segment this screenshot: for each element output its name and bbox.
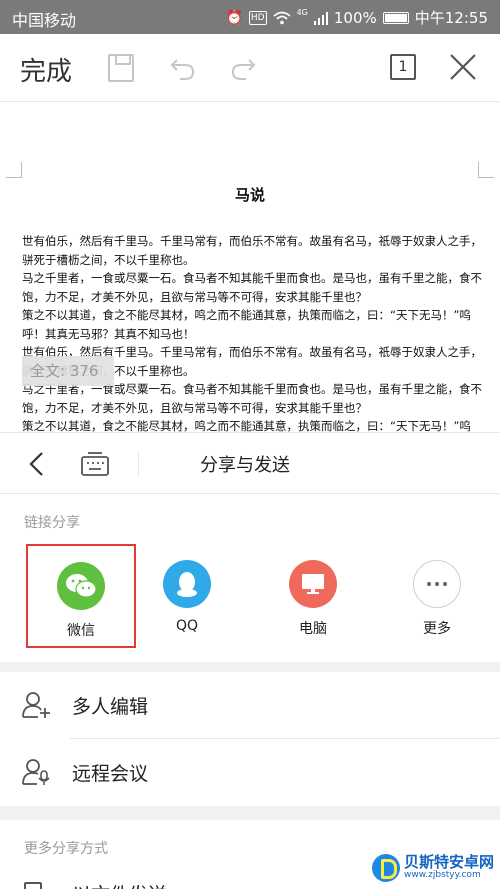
site-watermark: 贝斯特安卓网 www.zjbstyy.com [371, 850, 494, 886]
add-user-icon [22, 692, 50, 718]
close-icon[interactable] [448, 52, 478, 82]
wifi-icon [272, 11, 291, 24]
status-icons: ⏰ HD 4G 100% 中午12:55 [225, 7, 488, 28]
qq-icon [163, 560, 211, 608]
share-wechat-button[interactable]: 微信 [26, 544, 136, 648]
more-icon [413, 560, 461, 608]
share-sheet-title: 分享与发送 [200, 455, 290, 476]
word-count-badge: 全文: 376 [22, 356, 114, 386]
file-icon [24, 882, 42, 889]
section-gap [0, 806, 500, 820]
editor-toolbar: 完成 1 [0, 34, 500, 102]
share-qq-button[interactable]: QQ [132, 544, 242, 648]
network-type: 4G [296, 8, 308, 17]
paragraph: 策之不以其道，食之不能尽其材，鸣之而不能通其意，执策而临之，曰：“天下无马！”呜… [22, 419, 471, 432]
divider [138, 451, 139, 477]
back-icon[interactable] [26, 451, 48, 477]
battery-percent: 100% [333, 8, 377, 27]
more-share-label: 更多分享方式 [24, 841, 108, 857]
watermark-logo [371, 854, 400, 882]
pages-icon[interactable]: 1 [390, 54, 416, 80]
meeting-icon [22, 759, 50, 785]
action-label: 远程会议 [72, 763, 149, 785]
share-computer-button[interactable]: 电脑 [258, 544, 368, 648]
share-target-label: 电脑 [299, 621, 327, 637]
paragraph: 策之不以其道，食之不能尽其材，鸣之而不能通其意，执策而临之，曰：“天下无马！”呜… [22, 308, 471, 341]
page-corner-mark [478, 162, 494, 178]
link-share-label: 链接分享 [24, 515, 80, 531]
keyboard-icon[interactable] [80, 451, 110, 479]
share-target-label: 微信 [67, 623, 95, 639]
paragraph: 马之千里者，一食或尽粟一石。食马者不知其能千里而食也。是马也，虽有千里之能，食不… [22, 271, 482, 304]
computer-icon [289, 560, 337, 608]
signal-icon [313, 11, 328, 25]
watermark-url: www.zjbstyy.com [403, 870, 481, 881]
page-corner-mark [6, 162, 22, 178]
share-target-label: 更多 [423, 621, 451, 637]
share-more-button[interactable]: 更多 [382, 544, 492, 648]
section-gap [0, 662, 500, 672]
save-icon[interactable] [108, 54, 134, 82]
redo-icon[interactable] [228, 52, 258, 82]
link-share-section: 链接分享 微信 QQ 电脑 更多 [0, 494, 500, 662]
share-sheet-header: 分享与发送 [0, 432, 500, 494]
watermark-name: 贝斯特安卓网 [403, 853, 494, 872]
share-target-label: QQ [175, 618, 199, 634]
document-body[interactable]: 世有伯乐，然后有千里马。千里马常有，而伯乐不常有。故虽有名马，祇辱于奴隶人之手，… [22, 232, 482, 432]
clock: 中午12:55 [414, 9, 488, 27]
status-bar: 中国移动 ⏰ HD 4G 100% 中午12:55 [0, 0, 500, 34]
action-label: 多人编辑 [72, 696, 149, 718]
hd-icon: HD [248, 10, 267, 25]
wechat-icon [57, 562, 105, 610]
carrier-name: 中国移动 [12, 11, 77, 30]
paragraph: 世有伯乐，然后有千里马。千里马常有，而伯乐不常有。故虽有名马，祇辱于奴隶人之手，… [22, 234, 482, 267]
document-page[interactable]: 马说 世有伯乐，然后有千里马。千里马常有，而伯乐不常有。故虽有名马，祇辱于奴隶人… [0, 102, 500, 432]
remote-meeting-row[interactable]: 远程会议 [0, 739, 500, 805]
send-as-file-row[interactable]: 以文件发送 [72, 880, 167, 889]
battery-icon [382, 11, 409, 24]
multi-user-edit-row[interactable]: 多人编辑 [0, 672, 500, 738]
undo-icon[interactable] [168, 52, 198, 82]
document-title[interactable]: 马说 [0, 184, 500, 205]
alarm-icon: ⏰ [225, 9, 243, 26]
done-button[interactable]: 完成 [20, 51, 72, 88]
